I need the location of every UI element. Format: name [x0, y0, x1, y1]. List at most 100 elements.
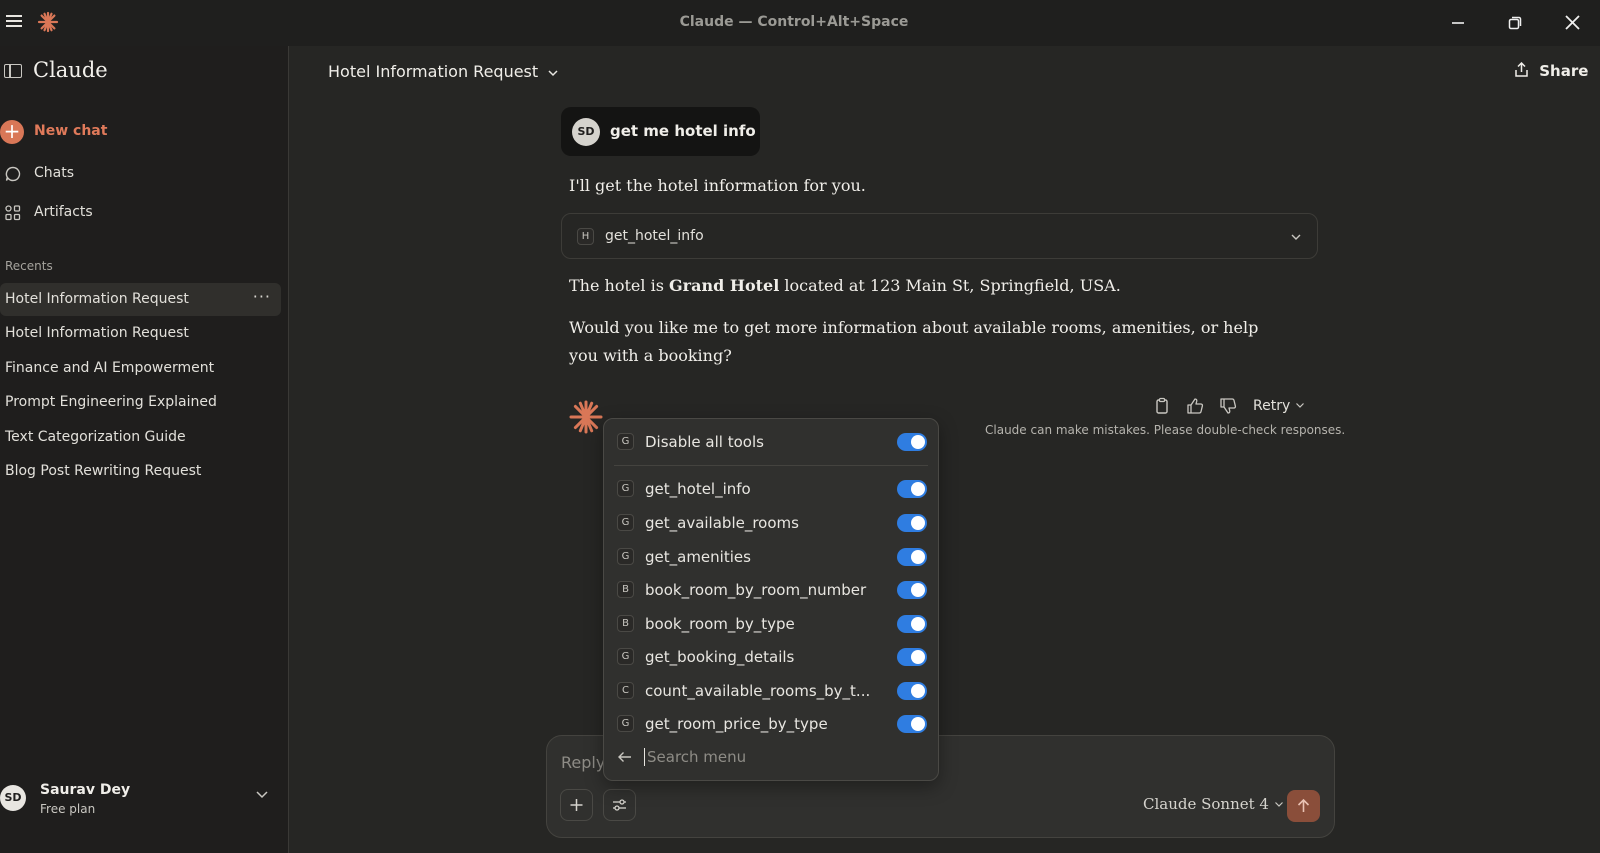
- tool-row[interactable]: G get_hotel_info: [604, 474, 938, 504]
- user-name: Saurav Dey: [40, 782, 131, 798]
- thumbs-down-icon[interactable]: [1218, 396, 1238, 416]
- tool-row[interactable]: B book_room_by_type: [604, 609, 938, 639]
- tool-row[interactable]: G get_room_price_by_type: [604, 709, 938, 739]
- tool-badge: G: [617, 715, 634, 732]
- sidebar-item-label: Artifacts: [34, 204, 93, 220]
- window-title: Claude — Control+Alt+Space: [679, 14, 909, 30]
- chat-title-dropdown[interactable]: Hotel Information Request: [328, 62, 559, 81]
- disable-all-tools-row[interactable]: G Disable all tools: [604, 427, 938, 457]
- tool-row[interactable]: B book_room_by_room_number: [604, 575, 938, 605]
- tool-badge: G: [617, 514, 634, 531]
- user-message: SD get me hotel info: [561, 107, 760, 156]
- toggle-switch[interactable]: [897, 514, 927, 532]
- avatar: SD: [0, 785, 26, 811]
- tool-label: get_room_price_by_type: [645, 715, 828, 733]
- chevron-down-icon: [256, 791, 268, 799]
- toggle-switch[interactable]: [897, 648, 927, 666]
- retry-label: Retry: [1253, 398, 1291, 414]
- arrow-left-icon[interactable]: [617, 749, 633, 765]
- sidebar-item-label: Chats: [34, 165, 75, 181]
- tool-row[interactable]: C count_available_rooms_by_t...: [604, 676, 938, 706]
- chat-bubble-icon: [5, 166, 21, 182]
- tool-badge: G: [617, 433, 634, 450]
- reply-input[interactable]: Reply: [561, 753, 605, 772]
- add-attachment-button[interactable]: [560, 789, 593, 821]
- hotel-name: Grand Hotel: [668, 276, 780, 295]
- tool-badge: G: [617, 648, 634, 665]
- chevron-down-icon: [1295, 403, 1304, 408]
- toggle-switch[interactable]: [897, 715, 927, 733]
- toggle-switch[interactable]: [897, 615, 927, 633]
- user-plan: Free plan: [40, 802, 96, 816]
- chat-title: Hotel Information Request: [328, 62, 539, 81]
- sidebar-toggle-icon[interactable]: [4, 64, 22, 78]
- divider: [614, 465, 928, 466]
- tool-badge: C: [617, 682, 634, 699]
- share-icon: [1515, 61, 1528, 77]
- copy-icon[interactable]: [1152, 396, 1172, 416]
- tools-menu: G Disable all tools G get_hotel_info G g…: [603, 418, 939, 781]
- search-input[interactable]: Search menu: [647, 748, 746, 766]
- recent-chat-item[interactable]: Finance and AI Empowerment: [0, 352, 281, 385]
- share-label: Share: [1539, 62, 1589, 80]
- sidebar-item-chats[interactable]: Chats: [0, 162, 280, 186]
- minimize-icon[interactable]: [1443, 8, 1473, 38]
- new-chat-label: New chat: [34, 123, 108, 139]
- tool-badge: G: [617, 480, 634, 497]
- tool-badge: G: [617, 548, 634, 565]
- assistant-intro: I'll get the hotel information for you.: [569, 176, 866, 195]
- thumbs-up-icon[interactable]: [1185, 396, 1205, 416]
- toggle-switch[interactable]: [897, 480, 927, 498]
- recent-chat-label: Text Categorization Guide: [5, 429, 186, 445]
- tool-row[interactable]: G get_amenities: [604, 542, 938, 572]
- restore-icon[interactable]: [1500, 8, 1530, 38]
- retry-button[interactable]: Retry: [1253, 398, 1305, 414]
- toggle-switch[interactable]: [897, 433, 927, 451]
- plus-icon: +: [0, 120, 24, 144]
- tool-row[interactable]: G get_available_rooms: [604, 508, 938, 538]
- tool-call-panel[interactable]: H get_hotel_info: [561, 213, 1318, 259]
- avatar: SD: [572, 118, 600, 146]
- recent-chat-item[interactable]: Hotel Information Request: [0, 317, 281, 350]
- recent-chat-label: Prompt Engineering Explained: [5, 394, 217, 410]
- recent-chat-item[interactable]: Text Categorization Guide: [0, 421, 281, 454]
- tool-label: get_available_rooms: [645, 514, 799, 532]
- toggle-switch[interactable]: [897, 548, 927, 566]
- sidebar-item-artifacts[interactable]: Artifacts: [0, 201, 280, 225]
- share-button[interactable]: Share: [1514, 61, 1589, 80]
- toggle-switch[interactable]: [897, 581, 927, 599]
- recent-chat-item[interactable]: Hotel Information Request ···: [0, 283, 281, 316]
- tool-badge: B: [617, 615, 634, 632]
- tools-search[interactable]: Search menu: [604, 742, 938, 772]
- recent-chat-label: Hotel Information Request: [5, 325, 189, 341]
- answer-text: The hotel is: [569, 276, 669, 295]
- assistant-followup: Would you like me to get more informatio…: [569, 318, 1259, 365]
- recent-chat-label: Finance and AI Empowerment: [5, 360, 215, 376]
- send-button[interactable]: [1287, 790, 1320, 822]
- message-actions: Retry: [1150, 396, 1320, 420]
- recent-chat-item[interactable]: Prompt Engineering Explained: [0, 386, 281, 419]
- model-selector[interactable]: Claude Sonnet 4: [1143, 795, 1284, 813]
- more-options-icon[interactable]: ···: [253, 287, 271, 306]
- close-icon[interactable]: [1557, 8, 1587, 38]
- tool-label: get_booking_details: [645, 648, 795, 666]
- tool-badge: B: [617, 581, 634, 598]
- title-bar: Claude — Control+Alt+Space: [0, 0, 1600, 46]
- plus-icon: [570, 799, 583, 811]
- tools-button[interactable]: [603, 789, 636, 821]
- user-account-menu[interactable]: SD Saurav Dey Free plan: [0, 774, 281, 826]
- tool-row[interactable]: G get_booking_details: [604, 642, 938, 672]
- tool-label: count_available_rooms_by_t...: [645, 682, 871, 700]
- tool-label: get_amenities: [645, 548, 751, 566]
- toggle-switch[interactable]: [897, 682, 927, 700]
- chevron-down-icon: [548, 69, 558, 76]
- tool-badge: H: [577, 228, 594, 245]
- tool-call-name: get_hotel_info: [605, 228, 704, 244]
- tool-label: Disable all tools: [645, 433, 764, 451]
- recent-chat-label: Blog Post Rewriting Request: [5, 463, 202, 479]
- tool-label: book_room_by_room_number: [645, 581, 867, 599]
- disclaimer: Claude can make mistakes. Please double-…: [985, 423, 1346, 437]
- answer-text: located at 123 Main St, Springfield, USA…: [779, 276, 1121, 295]
- recent-chat-item[interactable]: Blog Post Rewriting Request: [0, 455, 281, 488]
- sidebar: Claude + New chat Chats Artifacts Recent…: [0, 46, 289, 853]
